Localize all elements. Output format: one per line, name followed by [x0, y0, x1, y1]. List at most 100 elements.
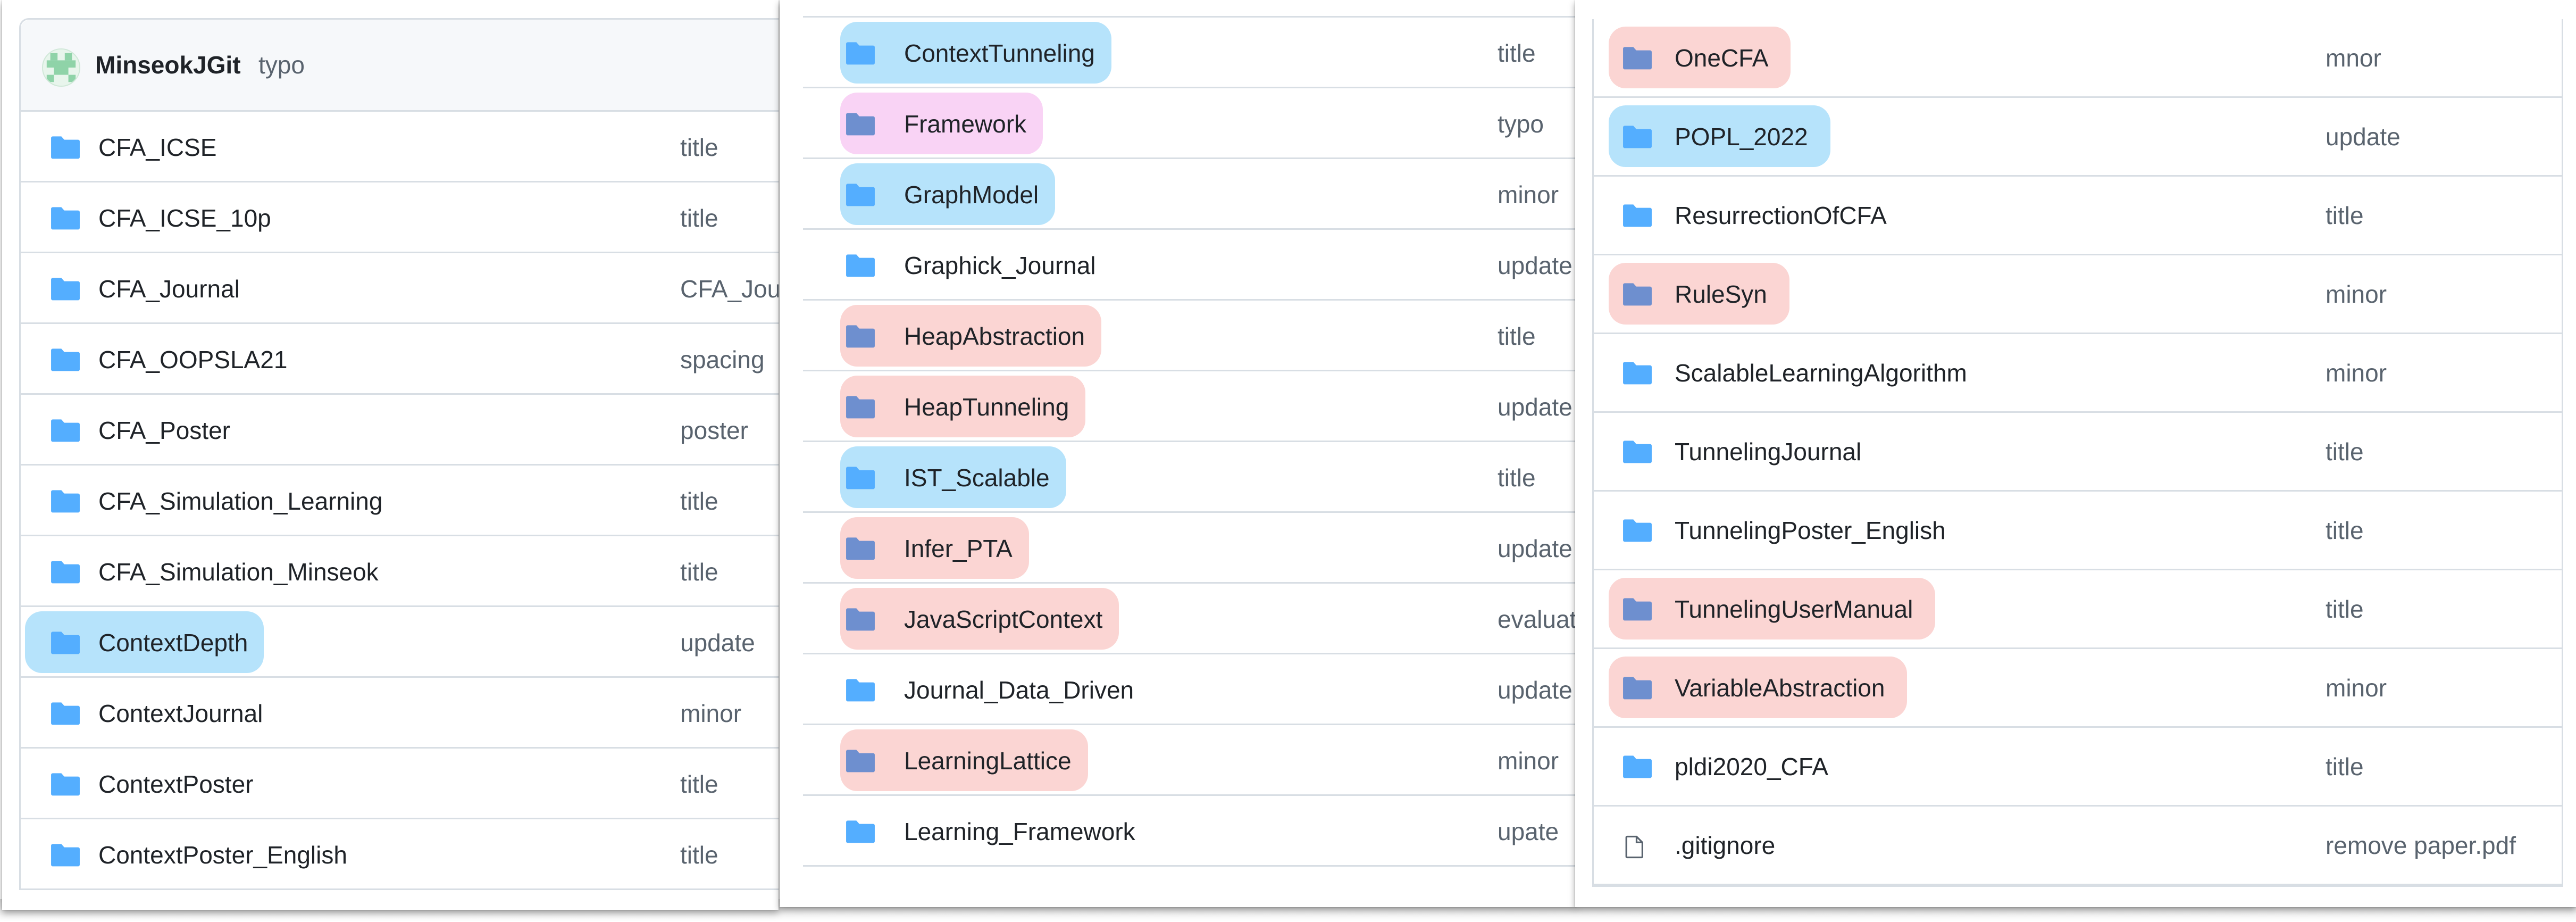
table-row[interactable]: JavaScriptContext evaluatio — [803, 584, 1576, 654]
file-name-link[interactable]: ContextPoster_English — [98, 841, 347, 869]
file-name-link[interactable]: RuleSyn — [1675, 280, 1767, 309]
commit-message-link[interactable]: title — [1498, 39, 1536, 68]
table-row[interactable]: CFA_OOPSLA21 spacing — [21, 324, 779, 395]
commit-message-link[interactable]: evaluatio — [1498, 605, 1576, 634]
commit-message-link[interactable]: minor — [2326, 674, 2387, 702]
commit-message-link[interactable]: title — [680, 770, 718, 799]
table-row[interactable]: IST_Scalable title — [803, 442, 1576, 513]
table-row[interactable]: ContextPoster_English title — [21, 819, 779, 890]
file-name-link[interactable]: ScalableLearningAlgorithm — [1675, 359, 1967, 387]
commit-message-link[interactable]: title — [2326, 752, 2364, 781]
commit-message-link[interactable]: title — [680, 204, 718, 232]
commit-message-link[interactable]: title — [680, 558, 718, 586]
commit-message-link[interactable]: title — [680, 133, 718, 162]
commit-message-link[interactable]: spacing — [680, 345, 765, 374]
table-row[interactable]: CFA_Simulation_Minseok title — [21, 536, 779, 607]
file-name-link[interactable]: CFA_Journal — [98, 275, 240, 303]
commit-message-link[interactable]: mnor — [2326, 44, 2381, 72]
file-name-link[interactable]: ContextDepth — [98, 628, 248, 657]
table-row[interactable]: ScalableLearningAlgorithm minor — [1594, 334, 2562, 413]
commit-message-link[interactable]: title — [680, 841, 718, 869]
file-name-link[interactable]: HeapAbstraction — [904, 322, 1085, 351]
file-name-link[interactable]: IST_Scalable — [904, 463, 1050, 492]
file-name-link[interactable]: TunnelingUserManual — [1675, 595, 1913, 624]
commit-message[interactable]: typo — [258, 51, 305, 79]
commit-message-link[interactable]: title — [680, 487, 718, 516]
table-row[interactable]: Framework typo — [803, 88, 1576, 159]
table-row[interactable]: TunnelingUserManual title — [1594, 570, 2562, 649]
table-row[interactable]: Infer_PTA update — [803, 513, 1576, 584]
table-row[interactable]: CFA_Simulation_Learning title — [21, 466, 779, 536]
file-name-link[interactable]: CFA_ICSE — [98, 133, 216, 162]
commit-message-link[interactable]: typo — [1498, 110, 1544, 138]
table-row[interactable]: POPL_2022 update — [1594, 98, 2562, 177]
commit-message-link[interactable]: title — [2326, 437, 2364, 466]
table-row[interactable]: LearningLattice minor — [803, 725, 1576, 796]
file-name-link[interactable]: ContextJournal — [98, 699, 263, 728]
file-name-link[interactable]: OneCFA — [1675, 44, 1768, 72]
file-name-link[interactable]: ResurrectionOfCFA — [1675, 201, 1887, 230]
table-row[interactable]: pldi2020_CFA title — [1594, 728, 2562, 807]
file-name-link[interactable]: HeapTunneling — [904, 393, 1069, 421]
file-name-link[interactable]: ContextTunneling — [904, 39, 1095, 68]
file-name-link[interactable]: CFA_OOPSLA21 — [98, 345, 287, 374]
table-row[interactable]: ContextDepth update — [21, 607, 779, 678]
file-name-link[interactable]: Learning_Framework — [904, 817, 1135, 846]
table-row[interactable]: Journal_Data_Driven update — [803, 654, 1576, 725]
file-name-link[interactable]: TunnelingJournal — [1675, 437, 1861, 466]
table-row[interactable]: HeapAbstraction title — [803, 301, 1576, 371]
file-name-link[interactable]: JavaScriptContext — [904, 605, 1102, 634]
table-row[interactable]: OneCFA mnor — [1594, 19, 2562, 98]
commit-message-link[interactable]: update — [1498, 251, 1573, 280]
table-row[interactable]: VariableAbstraction minor — [1594, 649, 2562, 728]
avatar[interactable] — [42, 48, 80, 87]
file-name-link[interactable]: pldi2020_CFA — [1675, 752, 1828, 781]
table-row[interactable]: ContextTunneling title — [803, 18, 1576, 88]
commit-message-link[interactable]: minor — [1498, 746, 1559, 775]
commit-author[interactable]: MinseokJGit — [95, 51, 241, 79]
file-name-link[interactable]: TunnelingPoster_English — [1675, 516, 1946, 545]
table-row[interactable]: GraphModel minor — [803, 159, 1576, 230]
file-name-link[interactable]: CFA_Simulation_Learning — [98, 487, 382, 516]
commit-message-link[interactable]: CFA_Jou — [680, 275, 779, 303]
commit-message-link[interactable]: minor — [680, 699, 741, 728]
table-row[interactable]: CFA_Journal CFA_Jou — [21, 253, 779, 324]
table-row[interactable]: Graphick_Journal update — [803, 230, 1576, 301]
table-row[interactable]: CFA_ICSE title — [21, 112, 779, 182]
commit-message-link[interactable]: poster — [680, 416, 748, 445]
table-row[interactable]: TunnelingJournal title — [1594, 413, 2562, 492]
file-name-link[interactable]: Framework — [904, 110, 1026, 138]
table-row[interactable]: ContextPoster title — [21, 749, 779, 819]
commit-message-link[interactable]: minor — [1498, 180, 1559, 209]
commit-message-link[interactable]: minor — [2326, 280, 2387, 309]
file-name-link[interactable]: GraphModel — [904, 180, 1039, 209]
commit-message-link[interactable]: title — [1498, 463, 1536, 492]
file-name-link[interactable]: CFA_Simulation_Minseok — [98, 558, 379, 586]
file-name-link[interactable]: POPL_2022 — [1675, 122, 1808, 151]
commit-message-link[interactable]: title — [2326, 595, 2364, 624]
commit-message-link[interactable]: update — [1498, 676, 1573, 704]
table-row[interactable]: ResurrectionOfCFA title — [1594, 177, 2562, 255]
file-name-link[interactable]: ContextPoster — [98, 770, 253, 799]
file-name-link[interactable]: .gitignore — [1675, 831, 1775, 860]
table-row[interactable]: HeapTunneling update — [803, 371, 1576, 442]
commit-message-link[interactable]: title — [2326, 201, 2364, 230]
table-row[interactable]: CFA_ICSE_10p title — [21, 182, 779, 253]
table-row[interactable]: ContextJournal minor — [21, 678, 779, 749]
file-name-link[interactable]: CFA_Poster — [98, 416, 230, 445]
table-row[interactable]: .gitignore remove paper.pdf — [1594, 807, 2562, 885]
commit-message-link[interactable]: upate — [1498, 817, 1559, 846]
commit-message-link[interactable]: update — [1498, 393, 1573, 421]
commit-message-link[interactable]: title — [2326, 516, 2364, 545]
commit-message-link[interactable]: minor — [2326, 359, 2387, 387]
commit-message-link[interactable]: title — [1498, 322, 1536, 351]
file-name-link[interactable]: CFA_ICSE_10p — [98, 204, 271, 232]
file-name-link[interactable]: LearningLattice — [904, 746, 1072, 775]
commit-message-link[interactable]: update — [680, 628, 755, 657]
table-row[interactable]: TunnelingPoster_English title — [1594, 492, 2562, 570]
file-name-link[interactable]: Graphick_Journal — [904, 251, 1096, 280]
file-name-link[interactable]: Journal_Data_Driven — [904, 676, 1134, 704]
commit-message-link[interactable]: remove paper.pdf — [2326, 831, 2516, 860]
table-row[interactable]: Learning_Framework upate — [803, 796, 1576, 867]
file-name-link[interactable]: VariableAbstraction — [1675, 674, 1885, 702]
